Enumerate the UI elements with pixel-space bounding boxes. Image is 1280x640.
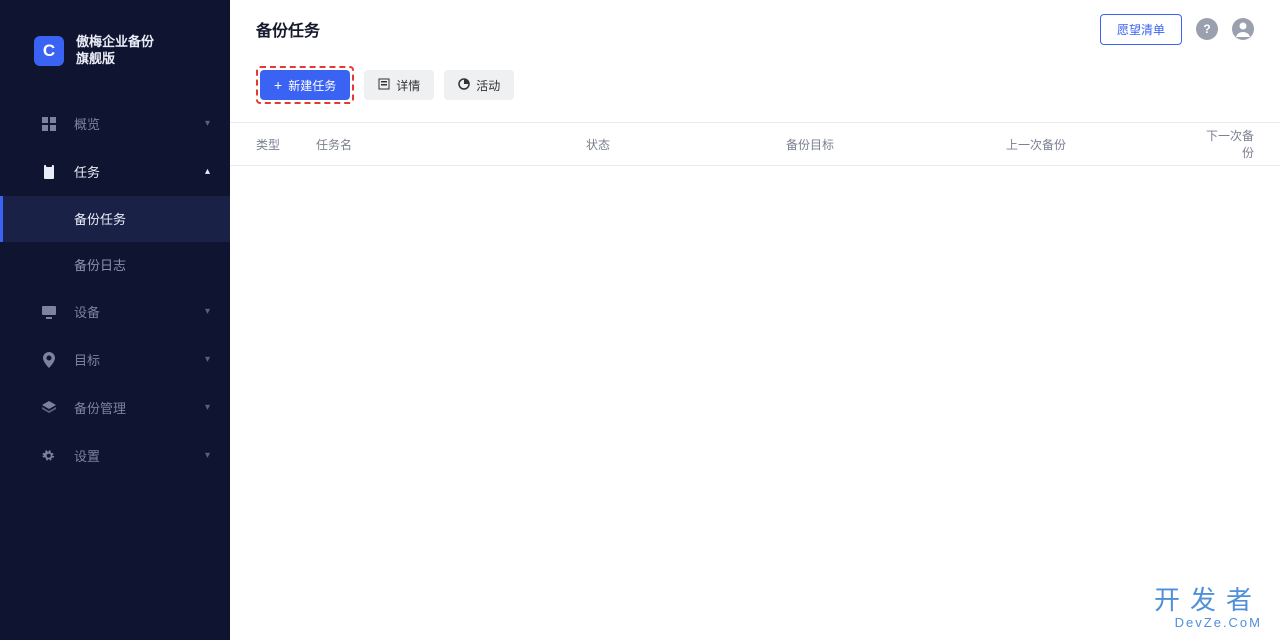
details-label: 详情: [396, 77, 420, 94]
col-target: 备份目标: [786, 136, 1006, 153]
brand-title: 傲梅企业备份 旗舰版: [76, 34, 154, 68]
watermark: 开发者 DevZe.CoM: [1154, 580, 1262, 630]
nav-targets[interactable]: 目标 ▾: [0, 336, 230, 384]
col-status: 状态: [586, 136, 786, 153]
chevron-down-icon: ▾: [205, 354, 210, 365]
clipboard-icon: [40, 164, 58, 180]
subnav-backup-tasks[interactable]: 备份任务: [0, 196, 230, 242]
details-icon: [378, 78, 390, 93]
layers-icon: [40, 400, 58, 416]
watermark-sub: DevZe.CoM: [1154, 615, 1262, 630]
nav-settings-label: 设置: [74, 446, 100, 465]
brand-title-line1: 傲梅企业备份: [76, 34, 154, 51]
brand: C 傲梅企业备份 旗舰版: [0, 0, 230, 90]
subnav-backup-logs-label: 备份日志: [74, 255, 126, 274]
highlight-box: + 新建任务: [256, 66, 354, 104]
brand-title-line2: 旗舰版: [76, 51, 154, 68]
nav-backup-mgmt-label: 备份管理: [74, 398, 126, 417]
main: 备份任务 愿望清单 ? + 新建任务 详情 活动: [230, 0, 1280, 640]
user-avatar-icon[interactable]: [1232, 18, 1254, 40]
topbar: 备份任务 愿望清单 ?: [230, 0, 1280, 58]
activity-button[interactable]: 活动: [444, 70, 514, 100]
new-task-button[interactable]: + 新建任务: [260, 70, 350, 100]
col-next: 下一次备份: [1196, 127, 1254, 161]
nav-devices-label: 设备: [74, 302, 100, 321]
chevron-up-icon: ▴: [205, 166, 210, 177]
subnav-backup-logs[interactable]: 备份日志: [0, 242, 230, 288]
activity-icon: [458, 78, 470, 93]
plus-icon: +: [274, 77, 282, 93]
activity-label: 活动: [476, 77, 500, 94]
dashboard-icon: [40, 116, 58, 132]
top-actions: 愿望清单 ?: [1100, 14, 1254, 45]
wishlist-button[interactable]: 愿望清单: [1100, 14, 1182, 45]
nav-overview[interactable]: 概览 ▾: [0, 100, 230, 148]
table-header-row: 类型 任务名 状态 备份目标 上一次备份 下一次备份: [230, 122, 1280, 166]
nav-devices[interactable]: 设备 ▾: [0, 288, 230, 336]
page-title: 备份任务: [256, 17, 320, 41]
col-type: 类型: [256, 136, 316, 153]
watermark-title: 开发者: [1154, 580, 1262, 617]
col-name: 任务名: [316, 136, 586, 153]
nav-backup-mgmt[interactable]: 备份管理 ▾: [0, 384, 230, 432]
monitor-icon: [40, 305, 58, 319]
chevron-down-icon: ▾: [205, 118, 210, 129]
brand-logo: C: [34, 36, 64, 66]
nav: 概览 ▾ 任务 ▴ 备份任务 备份日志 设备 ▾ 目标: [0, 100, 230, 480]
help-icon[interactable]: ?: [1196, 18, 1218, 40]
nav-tasks-label: 任务: [74, 162, 100, 181]
nav-settings[interactable]: 设置 ▾: [0, 432, 230, 480]
new-task-label: 新建任务: [288, 77, 336, 94]
nav-overview-label: 概览: [74, 114, 100, 133]
sidebar: C 傲梅企业备份 旗舰版 概览 ▾ 任务 ▴ 备份任务 备份日志: [0, 0, 230, 640]
details-button[interactable]: 详情: [364, 70, 434, 100]
chevron-down-icon: ▾: [205, 402, 210, 413]
nav-tasks[interactable]: 任务 ▴: [0, 148, 230, 196]
toolbar: + 新建任务 详情 活动: [230, 58, 1280, 122]
subnav-backup-tasks-label: 备份任务: [74, 209, 126, 228]
chevron-down-icon: ▾: [205, 306, 210, 317]
col-last: 上一次备份: [1006, 136, 1196, 153]
location-icon: [40, 352, 58, 368]
chevron-down-icon: ▾: [205, 450, 210, 461]
nav-targets-label: 目标: [74, 350, 100, 369]
gear-icon: [40, 448, 58, 464]
